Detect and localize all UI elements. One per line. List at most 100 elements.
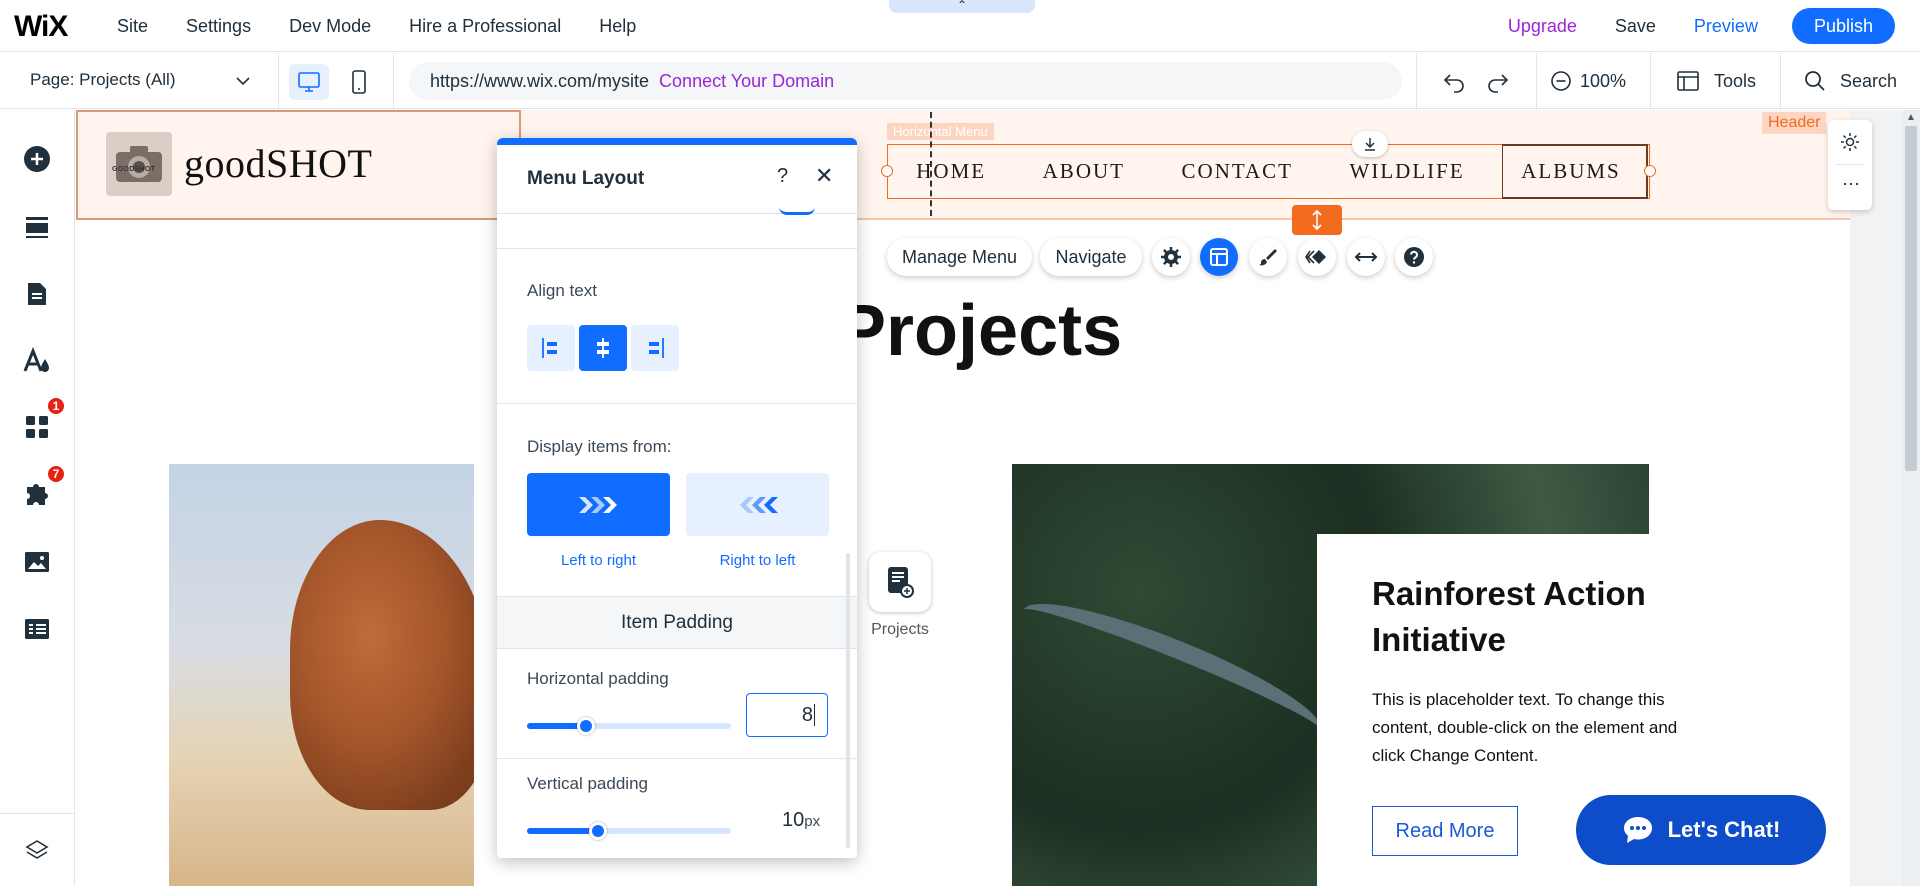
stretch-button[interactable] bbox=[1347, 238, 1385, 276]
help-button[interactable] bbox=[1395, 238, 1433, 276]
lets-chat-button[interactable]: Let's Chat! bbox=[1576, 795, 1826, 865]
top-actions: Upgrade Save Preview Publish bbox=[1508, 0, 1920, 52]
panel-scrollbar[interactable] bbox=[846, 553, 850, 848]
align-center-button[interactable] bbox=[579, 325, 627, 371]
brush-icon bbox=[1259, 249, 1277, 266]
puzzle-icon bbox=[27, 484, 48, 505]
redo-button[interactable] bbox=[1484, 69, 1510, 98]
menu-item-wildlife[interactable]: WILDLIFE bbox=[1350, 159, 1465, 184]
design-button[interactable] bbox=[1249, 238, 1287, 276]
vertical-padding-unit: px bbox=[804, 813, 821, 830]
align-left-button[interactable] bbox=[527, 325, 575, 371]
desktop-view-button[interactable] bbox=[289, 64, 329, 100]
mobile-view-button[interactable] bbox=[339, 64, 379, 100]
page-icon bbox=[28, 283, 46, 305]
page-selector[interactable]: Page: Projects (All) bbox=[30, 70, 250, 90]
cms-button[interactable] bbox=[23, 615, 51, 643]
horizontal-padding-input[interactable]: 8 bbox=[746, 693, 828, 737]
header-label: Header bbox=[1762, 112, 1827, 134]
navigate-button[interactable]: Navigate bbox=[1040, 238, 1142, 276]
canvas-scrollbar-thumb[interactable] bbox=[1905, 126, 1917, 471]
connect-domain-link[interactable]: Connect Your Domain bbox=[659, 71, 834, 92]
menu-item-about[interactable]: ABOUT bbox=[1043, 159, 1125, 184]
search-icon bbox=[1805, 71, 1825, 91]
menu-item-contact[interactable]: CONTACT bbox=[1182, 159, 1293, 184]
resize-handle-right[interactable] bbox=[1644, 165, 1656, 177]
manage-menu-button[interactable]: Manage Menu bbox=[887, 238, 1032, 276]
animation-button[interactable] bbox=[1298, 238, 1336, 276]
page-selector-label: Page: Projects (All) bbox=[30, 70, 176, 89]
align-right-button[interactable] bbox=[631, 325, 679, 371]
menu-help[interactable]: Help bbox=[599, 16, 636, 37]
scroll-up-arrow[interactable]: ▲ bbox=[1906, 112, 1916, 123]
undo-icon bbox=[1443, 74, 1464, 93]
projects-dataset-icon[interactable] bbox=[869, 552, 931, 612]
save-button[interactable]: Save bbox=[1615, 16, 1656, 37]
site-design-button[interactable] bbox=[23, 347, 51, 375]
text-cursor bbox=[814, 704, 815, 726]
menu-dev-mode[interactable]: Dev Mode bbox=[289, 16, 371, 37]
menu-item-home[interactable]: HOME bbox=[916, 159, 986, 184]
settings-button[interactable] bbox=[1152, 238, 1190, 276]
layout-button[interactable] bbox=[1200, 238, 1238, 276]
menu-hire-professional[interactable]: Hire a Professional bbox=[409, 16, 561, 37]
add-section-button[interactable] bbox=[23, 213, 51, 241]
left-sidebar: 1 7 bbox=[0, 110, 75, 886]
page-title[interactable]: Projects bbox=[838, 290, 1122, 372]
horizontal-padding-knob[interactable] bbox=[577, 717, 596, 735]
panel-close-button[interactable]: ✕ bbox=[815, 163, 833, 189]
divider bbox=[1780, 53, 1781, 109]
pages-button[interactable] bbox=[23, 280, 51, 308]
vertical-padding-slider[interactable] bbox=[527, 822, 731, 840]
download-icon[interactable] bbox=[1352, 131, 1388, 157]
vertical-padding-knob[interactable] bbox=[589, 822, 608, 840]
horizontal-padding-value: 8 bbox=[801, 703, 813, 726]
resize-handle-left[interactable] bbox=[881, 165, 893, 177]
projects-dataset-label: Projects bbox=[871, 621, 929, 638]
layers-button[interactable] bbox=[23, 837, 51, 865]
right-to-left-label[interactable]: Right to left bbox=[686, 552, 829, 569]
menu-site[interactable]: Site bbox=[117, 16, 148, 37]
read-more-button[interactable]: Read More bbox=[1372, 806, 1518, 856]
vertical-padding-readout[interactable]: 10px bbox=[782, 809, 820, 832]
tools-button[interactable]: Tools bbox=[1676, 70, 1756, 92]
menu-layout-panel: Menu Layout ? ✕ Align text Display items… bbox=[497, 138, 857, 858]
publish-button[interactable]: Publish bbox=[1791, 8, 1895, 44]
left-to-right-button[interactable] bbox=[527, 473, 670, 536]
more-options-icon[interactable]: ⋯ bbox=[1842, 174, 1861, 195]
add-apps-button[interactable] bbox=[23, 413, 51, 441]
horizontal-padding-slider[interactable] bbox=[527, 717, 731, 735]
zoom-control[interactable]: 100% bbox=[1550, 70, 1626, 92]
camera-logo-image[interactable]: GOODSHOT bbox=[106, 132, 172, 196]
stretch-horizontal-icon bbox=[1354, 252, 1378, 262]
menu-item-hover-box bbox=[1502, 144, 1648, 199]
align-center-icon bbox=[597, 338, 609, 358]
search-button[interactable]: Search bbox=[1804, 70, 1897, 92]
project-card-title[interactable]: Rainforest Action Initiative bbox=[1372, 571, 1712, 663]
animation-icon bbox=[1305, 250, 1326, 264]
item-padding-title: Item Padding bbox=[621, 611, 733, 633]
gear-icon bbox=[1841, 133, 1859, 151]
preview-button[interactable]: Preview bbox=[1694, 16, 1758, 37]
right-to-left-button[interactable] bbox=[686, 473, 829, 536]
add-elements-button[interactable] bbox=[23, 145, 51, 173]
sections-icon bbox=[26, 217, 48, 238]
alignment-guide bbox=[930, 112, 932, 216]
project-card-text[interactable]: This is placeholder text. To change this… bbox=[1372, 686, 1702, 770]
left-to-right-label[interactable]: Left to right bbox=[527, 552, 670, 569]
section-tools: ⋯ bbox=[1828, 120, 1872, 210]
stretch-height-handle[interactable] bbox=[1292, 205, 1342, 235]
upgrade-link[interactable]: Upgrade bbox=[1508, 16, 1577, 37]
collapse-topbar-handle[interactable]: ⌃ bbox=[889, 0, 1035, 13]
chat-label: Let's Chat! bbox=[1667, 817, 1781, 842]
section-settings-button[interactable] bbox=[1839, 131, 1861, 158]
undo-button[interactable] bbox=[1442, 69, 1468, 98]
wix-logo[interactable]: WiX bbox=[14, 10, 68, 44]
menu-settings[interactable]: Settings bbox=[186, 16, 251, 37]
business-tools-button[interactable] bbox=[23, 480, 51, 508]
panel-help-button[interactable]: ? bbox=[777, 165, 788, 188]
toggle-switch[interactable] bbox=[779, 207, 815, 215]
logo-caption: GOODSHOT bbox=[112, 166, 156, 173]
media-button[interactable] bbox=[23, 548, 51, 576]
brand-name[interactable]: goodSHOT bbox=[184, 140, 372, 187]
